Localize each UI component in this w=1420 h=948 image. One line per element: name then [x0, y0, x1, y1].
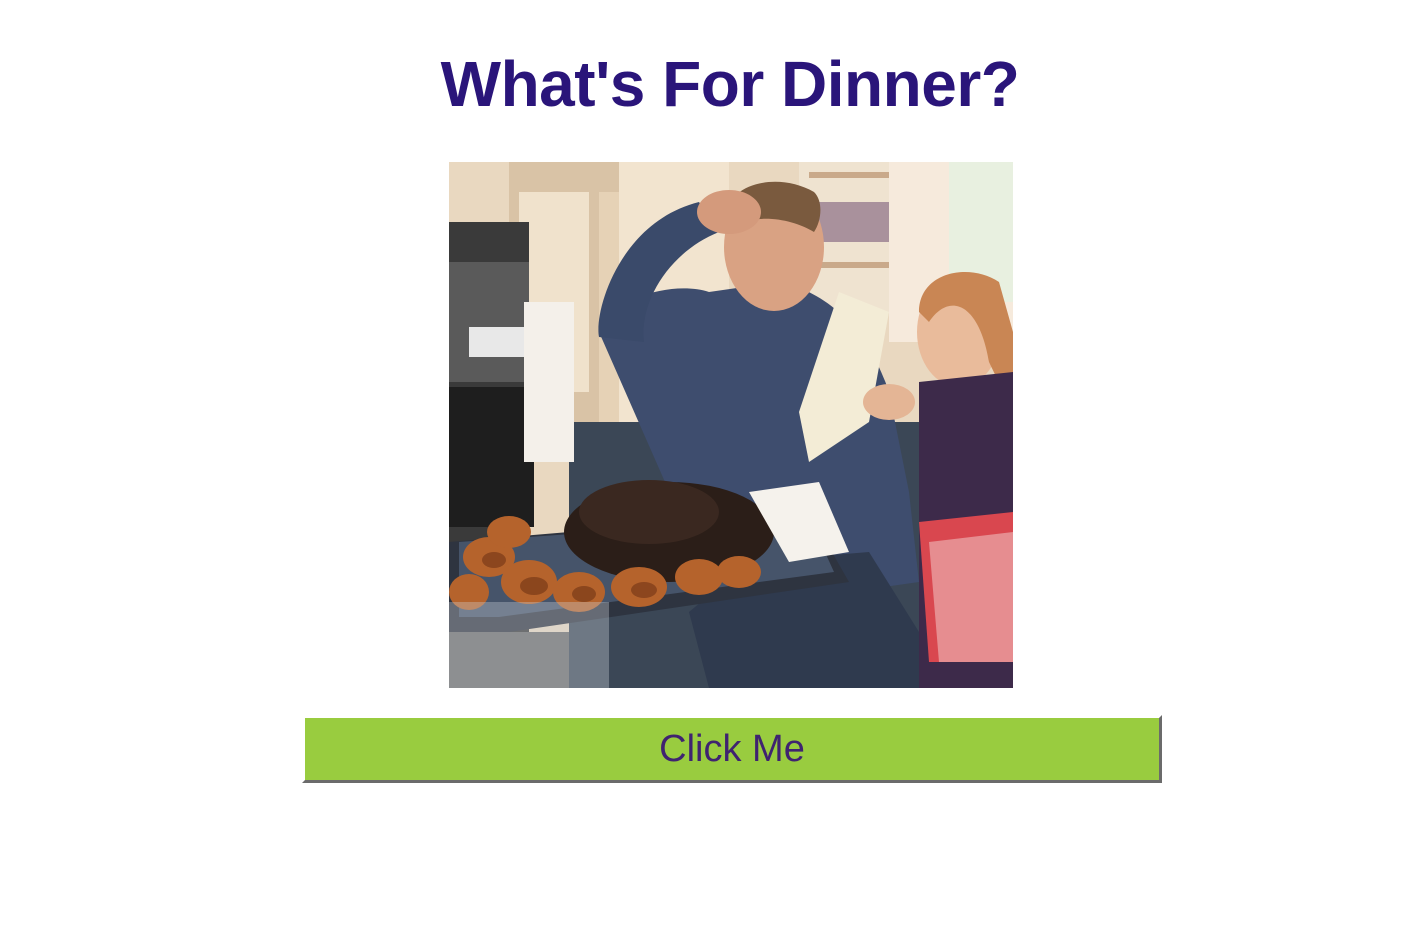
- page: What's For Dinner? Click Me: [0, 0, 1420, 948]
- dinner-photo: gettyimages sturti: [449, 162, 1013, 688]
- click-me-button[interactable]: Click Me: [302, 715, 1162, 783]
- page-title: What's For Dinner?: [440, 48, 1020, 120]
